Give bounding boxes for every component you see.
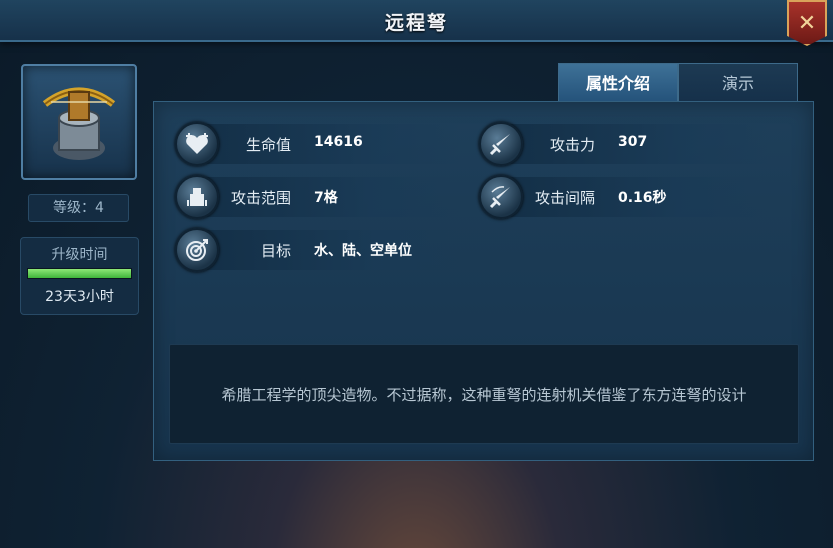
upgrade-progress-fill <box>28 269 131 278</box>
stat-row-attack: 攻击力 307 <box>479 122 769 166</box>
upgrade-time-label: 升级时间 <box>51 247 108 263</box>
stat-label: 攻击力 <box>549 136 595 154</box>
stat-row-interval: 攻击间隔 0.16秒 <box>479 175 769 219</box>
stat-row-target: 目标 水、陆、空单位 <box>175 228 460 272</box>
stat-value: 7格 <box>314 190 338 206</box>
target-icon <box>175 228 219 272</box>
heart-plus-icon <box>175 122 219 166</box>
description-box: 希腊工程学的顶尖造物。不过据称，这种重弩的连射机关借鉴了东方连弩的设计 <box>169 344 799 444</box>
speed-sword-icon <box>479 175 523 219</box>
stat-label: 目标 <box>260 242 291 260</box>
upgrade-progress-bar <box>27 268 132 279</box>
close-button[interactable]: ✕ <box>787 0 827 46</box>
stat-row-range: 攻击范围 7格 <box>175 175 460 219</box>
crossed-swords-icon: ✕ <box>797 10 817 36</box>
stat-value: 14616 <box>314 134 363 150</box>
upgrade-time-box: 升级时间 23天3小时 <box>20 237 139 315</box>
unit-level: 等级：4 <box>28 194 129 222</box>
stat-value: 0.16秒 <box>618 190 667 206</box>
stat-label: 攻击间隔 <box>534 189 595 207</box>
stat-value: 307 <box>618 134 648 150</box>
crossbow-tower-icon <box>42 87 116 160</box>
page-title: 远程弩 <box>384 12 448 34</box>
upgrade-time-value: 23天3小时 <box>45 289 114 305</box>
sword-icon <box>479 122 523 166</box>
window-header: 远程弩 ✕ <box>0 0 833 46</box>
range-tower-icon <box>175 175 219 219</box>
tab-attributes[interactable]: 属性介绍 <box>558 63 678 102</box>
stat-value: 水、陆、空单位 <box>314 243 412 259</box>
tab-demo[interactable]: 演示 <box>678 63 798 102</box>
unit-sidebar: 等级：4 升级时间 23天3小时 <box>0 44 152 548</box>
stat-label: 生命值 <box>245 136 291 154</box>
unit-description: 希腊工程学的顶尖造物。不过据称，这种重弩的连射机关借鉴了东方连弩的设计 <box>221 386 747 404</box>
stat-row-hp: 生命值 14616 <box>175 122 460 166</box>
stat-label: 攻击范围 <box>230 189 291 207</box>
unit-portrait <box>21 64 137 180</box>
